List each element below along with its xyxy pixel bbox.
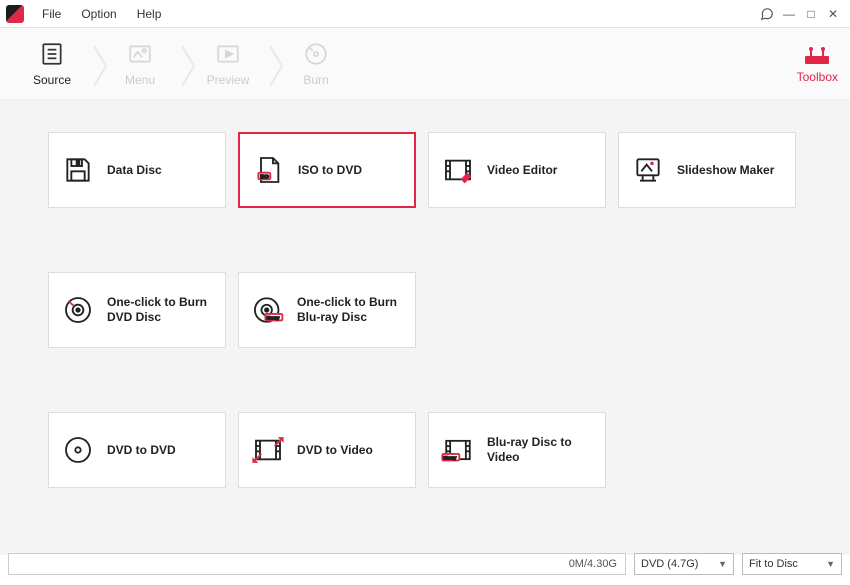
- card-label: Video Editor: [487, 163, 557, 178]
- video-editor-icon: [441, 153, 475, 187]
- slideshow-icon: [631, 153, 665, 187]
- disc-type-value: DVD (4.7G): [641, 558, 698, 570]
- step-menu[interactable]: Menu: [100, 41, 180, 87]
- fit-mode-value: Fit to Disc: [749, 558, 798, 570]
- fit-mode-select[interactable]: Fit to Disc ▼: [742, 553, 842, 575]
- step-label: Burn: [303, 73, 328, 87]
- step-preview[interactable]: Preview: [188, 41, 268, 87]
- chevron-down-icon: ▼: [826, 559, 835, 569]
- step-burn[interactable]: Burn: [276, 41, 356, 87]
- svg-text:Blu-ray: Blu-ray: [444, 455, 456, 460]
- card-slideshow-maker[interactable]: Slideshow Maker: [618, 132, 796, 208]
- minimize-button[interactable]: —: [778, 3, 800, 25]
- maximize-button[interactable]: □: [800, 3, 822, 25]
- preview-step-icon: [215, 41, 241, 67]
- svg-text:Blu-ray: Blu-ray: [267, 315, 279, 320]
- card-label: DVD to DVD: [107, 443, 176, 458]
- burn-step-icon: [303, 41, 329, 67]
- toolbox-label: Toolbox: [797, 70, 838, 84]
- menu-file[interactable]: File: [32, 7, 71, 21]
- step-separator-icon: [180, 44, 188, 84]
- film-convert-icon: [251, 433, 285, 467]
- card-label: DVD to Video: [297, 443, 373, 458]
- card-oneclick-burn-bluray[interactable]: Blu-ray One-click to Burn Blu-ray Disc: [238, 272, 416, 348]
- card-dvd-to-dvd[interactable]: DVD to DVD: [48, 412, 226, 488]
- card-label: Data Disc: [107, 163, 162, 178]
- card-label: ISO to DVD: [298, 163, 362, 178]
- toolbox-icon: [802, 44, 832, 66]
- menu-option[interactable]: Option: [71, 7, 126, 21]
- toolbox-workspace: Data Disc ISO ISO to DVD Video Editor Sl…: [0, 100, 850, 555]
- card-label: Blu-ray Disc to Video: [487, 435, 593, 465]
- card-bluray-to-video[interactable]: Blu-ray Blu-ray Disc to Video: [428, 412, 606, 488]
- menu-help[interactable]: Help: [127, 7, 172, 21]
- disc-icon: [61, 433, 95, 467]
- bluray-to-video-icon: Blu-ray: [441, 433, 475, 467]
- card-video-editor[interactable]: Video Editor: [428, 132, 606, 208]
- status-footer: 0M/4.30G DVD (4.7G) ▼ Fit to Disc ▼: [0, 549, 850, 579]
- step-label: Menu: [125, 73, 155, 87]
- step-source[interactable]: Source: [12, 41, 92, 87]
- disc-type-select[interactable]: DVD (4.7G) ▼: [634, 553, 734, 575]
- menu-step-icon: [127, 41, 153, 67]
- app-logo-icon: [6, 5, 24, 23]
- card-label: One-click to Burn DVD Disc: [107, 295, 213, 325]
- card-dvd-to-video[interactable]: DVD to Video: [238, 412, 416, 488]
- card-label: Slideshow Maker: [677, 163, 774, 178]
- step-bar: Source Menu Preview Burn Toolbox: [0, 28, 850, 100]
- chevron-down-icon: ▼: [718, 559, 727, 569]
- step-label: Source: [33, 73, 71, 87]
- iso-file-icon: ISO: [252, 153, 286, 187]
- capacity-text: 0M/4.30G: [569, 558, 617, 570]
- step-separator-icon: [268, 44, 276, 84]
- burn-bluray-icon: Blu-ray: [251, 293, 285, 327]
- svg-text:ISO: ISO: [260, 174, 269, 180]
- titlebar: File Option Help — □ ✕: [0, 0, 850, 28]
- card-iso-to-dvd[interactable]: ISO ISO to DVD: [238, 132, 416, 208]
- card-label: One-click to Burn Blu-ray Disc: [297, 295, 403, 325]
- capacity-bar: 0M/4.30G: [8, 553, 626, 575]
- source-step-icon: [39, 41, 65, 67]
- toolbox-button[interactable]: Toolbox: [797, 44, 838, 84]
- floppy-disk-icon: [61, 153, 95, 187]
- card-data-disc[interactable]: Data Disc: [48, 132, 226, 208]
- step-label: Preview: [207, 73, 250, 87]
- burn-dvd-icon: [61, 293, 95, 327]
- feedback-icon[interactable]: [756, 3, 778, 25]
- card-grid: Data Disc ISO ISO to DVD Video Editor Sl…: [48, 132, 802, 488]
- step-separator-icon: [92, 44, 100, 84]
- card-oneclick-burn-dvd[interactable]: One-click to Burn DVD Disc: [48, 272, 226, 348]
- close-button[interactable]: ✕: [822, 3, 844, 25]
